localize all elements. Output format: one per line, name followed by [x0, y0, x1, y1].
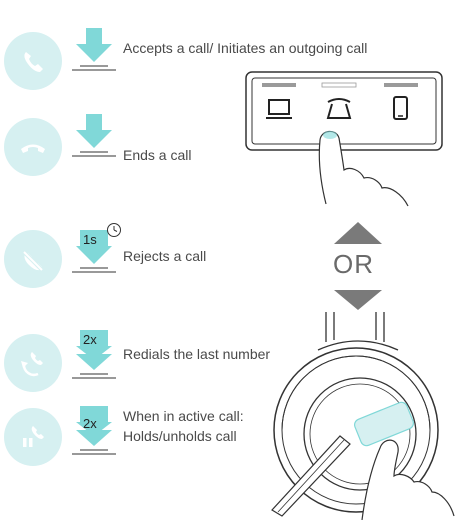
hold-duration-badge: 1s [83, 232, 97, 247]
press-count-badge: 2x [83, 332, 97, 347]
press-arrow-icon [72, 28, 116, 71]
end-call-label: Ends a call [123, 147, 192, 163]
hold-label-line2: Holds/unholds call [123, 428, 237, 444]
row-hold-call: 2x When in active call: Holds/unholds ca… [0, 400, 300, 470]
headset-earcup-illustration [271, 312, 455, 520]
clock-icon [107, 223, 121, 237]
accept-call-icon [4, 32, 62, 90]
press-count-badge: 2x [83, 416, 97, 431]
redial-label: Redials the last number [123, 346, 271, 362]
hold-call-icon [4, 408, 62, 466]
press-arrow-icon [72, 114, 116, 157]
device-selector-illustration [245, 71, 443, 207]
hold-label-line1: When in active call: [123, 408, 244, 424]
reject-call-label: Rejects a call [123, 248, 207, 264]
reject-call-icon [4, 230, 62, 288]
redial-icon [4, 334, 62, 392]
or-label: OR [333, 249, 374, 279]
accept-call-label: Accepts a call/ Initiates an outgoing ca… [123, 40, 368, 56]
double-press-arrow-icon [72, 406, 116, 455]
end-call-icon [4, 118, 62, 176]
row-reject-call: 1s Rejects a call [0, 222, 300, 292]
row-redial: 2x Redials the last number [0, 330, 300, 400]
